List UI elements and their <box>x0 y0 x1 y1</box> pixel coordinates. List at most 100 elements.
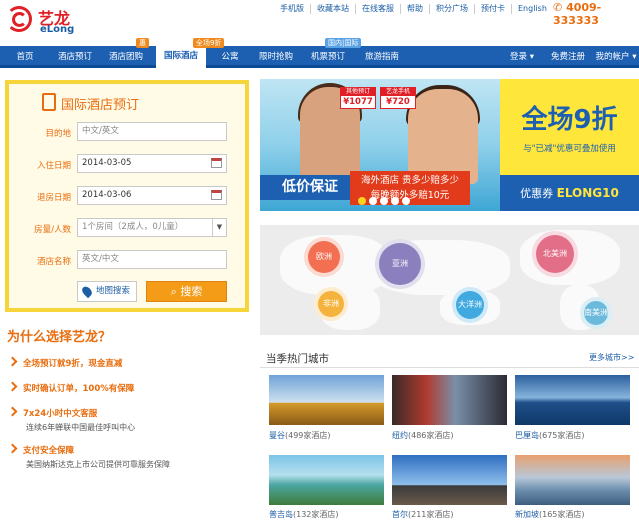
region-asia[interactable]: 亚洲 <box>375 239 425 289</box>
world-map: 欧洲 亚洲 北美洲 非洲 大洋洲 南美洲 <box>260 225 639 335</box>
city-link-seoul[interactable]: 首尔(211家酒店) <box>392 509 454 520</box>
hotel-name-input[interactable]: 英文/中文 <box>77 250 227 269</box>
calendar-icon[interactable] <box>211 158 222 168</box>
map-pin-icon <box>80 284 94 299</box>
carousel-dot[interactable] <box>380 197 388 205</box>
hotel-name-label: 酒店名称 <box>36 257 71 267</box>
chevron-down-icon[interactable]: ▼ <box>212 219 226 236</box>
calendar-icon[interactable] <box>211 190 222 200</box>
top-link-english[interactable]: English <box>512 4 553 14</box>
city-hotel-count: (165家酒店) <box>539 510 585 519</box>
checkout-label: 退房日期 <box>36 193 71 203</box>
carousel-dot[interactable] <box>391 197 399 205</box>
price-mobile-value: ¥720 <box>386 97 410 107</box>
city-image-singapore[interactable] <box>515 455 630 505</box>
carousel-dots <box>358 197 410 205</box>
city-link-bangkok[interactable]: 曼谷(499家酒店) <box>269 430 331 441</box>
region-africa[interactable]: 非洲 <box>314 287 348 321</box>
region-north-america[interactable]: 北美洲 <box>532 231 578 277</box>
logo-mark-inner <box>12 12 27 27</box>
city-name: 巴厘岛 <box>515 431 539 440</box>
nav-tag-discount: 全场9折 <box>193 38 225 48</box>
city-name: 首尔 <box>392 510 408 519</box>
city-link-phuket[interactable]: 普吉岛(132家酒店) <box>269 509 339 520</box>
why-item: 7x24小时中文客服 连续6年蝉联中国最佳呼叫中心 <box>9 407 135 433</box>
discount-headline: 全场9折 <box>521 105 618 135</box>
more-cities-link[interactable]: 更多城市>> <box>589 352 634 363</box>
checkin-input[interactable]: 2014-03-05 <box>77 154 227 173</box>
search-button-label: 搜索 <box>180 285 203 298</box>
top-link-mobile[interactable]: 手机版 <box>274 4 311 14</box>
search-icon: ⌕ <box>170 285 177 298</box>
why-item: 全场预订就9折，现金直减 <box>9 357 122 369</box>
price-mobile: 艺龙手机 ¥720 <box>380 87 416 109</box>
nav-register[interactable]: 免费注册 <box>545 46 591 68</box>
account-label: 我的帐户 <box>595 52 630 62</box>
destination-input[interactable]: 中文/英文 <box>77 122 227 141</box>
nav-my-account[interactable]: 我的帐户 ▾ <box>593 46 639 68</box>
phone-icon: ✆ <box>553 1 563 14</box>
city-image-seoul[interactable] <box>392 455 507 505</box>
divider <box>260 367 639 368</box>
top-link-help[interactable]: 帮助 <box>401 4 430 14</box>
compensation-line1: 海外酒店 贵多少赔多少 <box>360 175 460 186</box>
city-link-bali[interactable]: 巴厘岛(675家酒店) <box>515 430 585 441</box>
city-image-bali[interactable] <box>515 375 630 425</box>
nav-apartment[interactable]: 公寓 <box>210 46 250 68</box>
top-links: 手机版 收藏本站 在线客服 帮助 积分广场 预付卡 English <box>274 2 553 16</box>
map-search-button[interactable]: 地图搜索 <box>77 281 137 302</box>
top-link-service[interactable]: 在线客服 <box>356 4 401 14</box>
region-south-america[interactable]: 南美洲 <box>580 297 612 329</box>
hot-cities-title: 当季热门城市 <box>266 353 329 365</box>
checkout-input[interactable]: 2014-03-06 <box>77 186 227 205</box>
carousel-dot[interactable] <box>358 197 366 205</box>
nav-group-buy[interactable]: 酒店团购 <box>100 46 152 68</box>
city-image-bangkok[interactable] <box>269 375 384 425</box>
nav-intl-hotel[interactable]: 国际酒店 <box>156 45 206 68</box>
city-image-new-york[interactable] <box>392 375 507 425</box>
elong-logo[interactable]: 艺龙 eLong <box>6 4 80 38</box>
nav-home[interactable]: 首页 <box>0 46 50 68</box>
carousel-dot[interactable] <box>402 197 410 205</box>
checkout-value: 2014-03-06 <box>82 190 132 200</box>
model-figure <box>408 89 478 184</box>
map-search-label: 地图搜索 <box>96 286 131 296</box>
city-link-singapore[interactable]: 新加坡(165家酒店) <box>515 509 585 520</box>
city-link-new-york[interactable]: 纽约(486家酒店) <box>392 430 454 441</box>
region-oceania[interactable]: 大洋洲 <box>452 287 488 323</box>
city-hotel-count: (211家酒店) <box>408 510 454 519</box>
logo-text-en: eLong <box>40 24 75 35</box>
price-other: 其他预订 ¥1077 <box>340 87 376 109</box>
price-mobile-tag: 艺龙手机 <box>381 88 415 96</box>
nav-login[interactable]: 登录 ▾ <box>505 46 539 68</box>
city-hotel-count: (132家酒店) <box>293 510 339 519</box>
rooms-value: 1个房间（2成人，0儿童） <box>82 222 184 232</box>
city-name: 纽约 <box>392 431 408 440</box>
nav-tag-group: 惠 <box>136 38 149 48</box>
promo-banner[interactable]: 其他预订 ¥1077 艺龙手机 ¥720 低价保证 海外酒店 贵多少赔多少 每晚… <box>260 79 639 211</box>
carousel-dot[interactable] <box>369 197 377 205</box>
discount-panel: 全场9折 与"已减"优惠可叠加使用 优惠券 ELONG10 <box>500 79 639 211</box>
search-button[interactable]: ⌕ 搜索 <box>146 281 227 302</box>
nav-hotel[interactable]: 酒店预订 <box>50 46 100 68</box>
nav-travel-guide[interactable]: 旅游指南 <box>354 46 410 68</box>
nav-flight[interactable]: 机票预订 <box>302 46 354 68</box>
region-europe[interactable]: 欧洲 <box>304 237 344 277</box>
city-name: 普吉岛 <box>269 510 293 519</box>
city-image-phuket[interactable] <box>269 455 384 505</box>
why-item-head: 全场预订就9折，现金直减 <box>9 357 122 369</box>
rooms-select[interactable]: 1个房间（2成人，0儿童） ▼ <box>77 218 227 237</box>
top-link-points[interactable]: 积分广场 <box>430 4 475 14</box>
top-link-favorite[interactable]: 收藏本站 <box>311 4 356 14</box>
why-item: 实时确认订单，100%有保障 <box>9 382 134 394</box>
city-hotel-count: (675家酒店) <box>539 431 585 440</box>
city-hotel-count: (486家酒店) <box>408 431 454 440</box>
nav-flash-sale[interactable]: 限时抢购 <box>250 46 302 68</box>
city-name: 曼谷 <box>269 431 285 440</box>
low-price-badge: 低价保证 <box>260 175 360 200</box>
main-nav: 首页 酒店预订 酒店团购 国际酒店 公寓 限时抢购 机票预订 旅游指南 登录 ▾… <box>0 45 639 68</box>
destination-label: 目的地 <box>45 129 71 139</box>
top-link-prepaid[interactable]: 预付卡 <box>475 4 512 14</box>
city-name: 新加坡 <box>515 510 539 519</box>
checkin-value: 2014-03-05 <box>82 158 132 168</box>
